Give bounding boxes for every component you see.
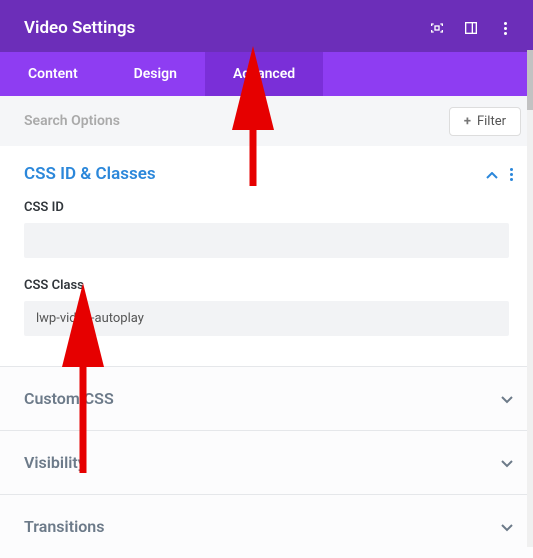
search-input[interactable] bbox=[24, 113, 449, 129]
section-title-transitions: Transitions bbox=[24, 517, 104, 536]
header-title: Video Settings bbox=[24, 18, 135, 38]
chevron-down-icon[interactable] bbox=[501, 389, 513, 408]
css-class-label: CSS Class bbox=[24, 278, 509, 293]
section-css-id-classes-head[interactable]: CSS ID & Classes bbox=[0, 146, 533, 196]
tabs: Content Design Advanced bbox=[0, 52, 533, 96]
section-transitions[interactable]: Transitions bbox=[0, 494, 533, 558]
section-visibility[interactable]: Visibility bbox=[0, 430, 533, 494]
header-icons bbox=[429, 20, 513, 36]
chevron-up-icon[interactable] bbox=[486, 165, 498, 184]
panel-content: CSS ID & Classes CSS ID CSS Class Custom… bbox=[0, 146, 533, 558]
section-title-visibility: Visibility bbox=[24, 453, 86, 472]
scrollbar-thumb[interactable] bbox=[527, 50, 533, 110]
plus-icon: + bbox=[464, 114, 471, 129]
section-title-customcss: Custom CSS bbox=[24, 389, 114, 408]
tab-advanced[interactable]: Advanced bbox=[205, 52, 323, 96]
field-css-class: CSS Class bbox=[0, 274, 533, 352]
scrollbar[interactable] bbox=[527, 50, 533, 547]
section-title-css: CSS ID & Classes bbox=[24, 164, 156, 184]
panel-icon[interactable] bbox=[463, 20, 479, 36]
section-controls bbox=[486, 165, 513, 184]
filter-label: Filter bbox=[477, 114, 506, 129]
css-id-label: CSS ID bbox=[24, 200, 509, 215]
field-css-id: CSS ID bbox=[0, 196, 533, 274]
section-custom-css[interactable]: Custom CSS bbox=[0, 366, 533, 430]
css-id-input[interactable] bbox=[24, 223, 509, 258]
expand-icon[interactable] bbox=[429, 20, 445, 36]
tab-design[interactable]: Design bbox=[106, 52, 205, 96]
css-class-input[interactable] bbox=[24, 301, 509, 336]
settings-header: Video Settings bbox=[0, 0, 533, 52]
tab-content[interactable]: Content bbox=[0, 52, 106, 96]
more-icon[interactable] bbox=[497, 20, 513, 36]
search-row: + Filter bbox=[0, 96, 533, 146]
section-more-icon[interactable] bbox=[510, 168, 513, 181]
chevron-down-icon[interactable] bbox=[501, 517, 513, 536]
chevron-down-icon[interactable] bbox=[501, 453, 513, 472]
filter-button[interactable]: + Filter bbox=[449, 107, 521, 136]
